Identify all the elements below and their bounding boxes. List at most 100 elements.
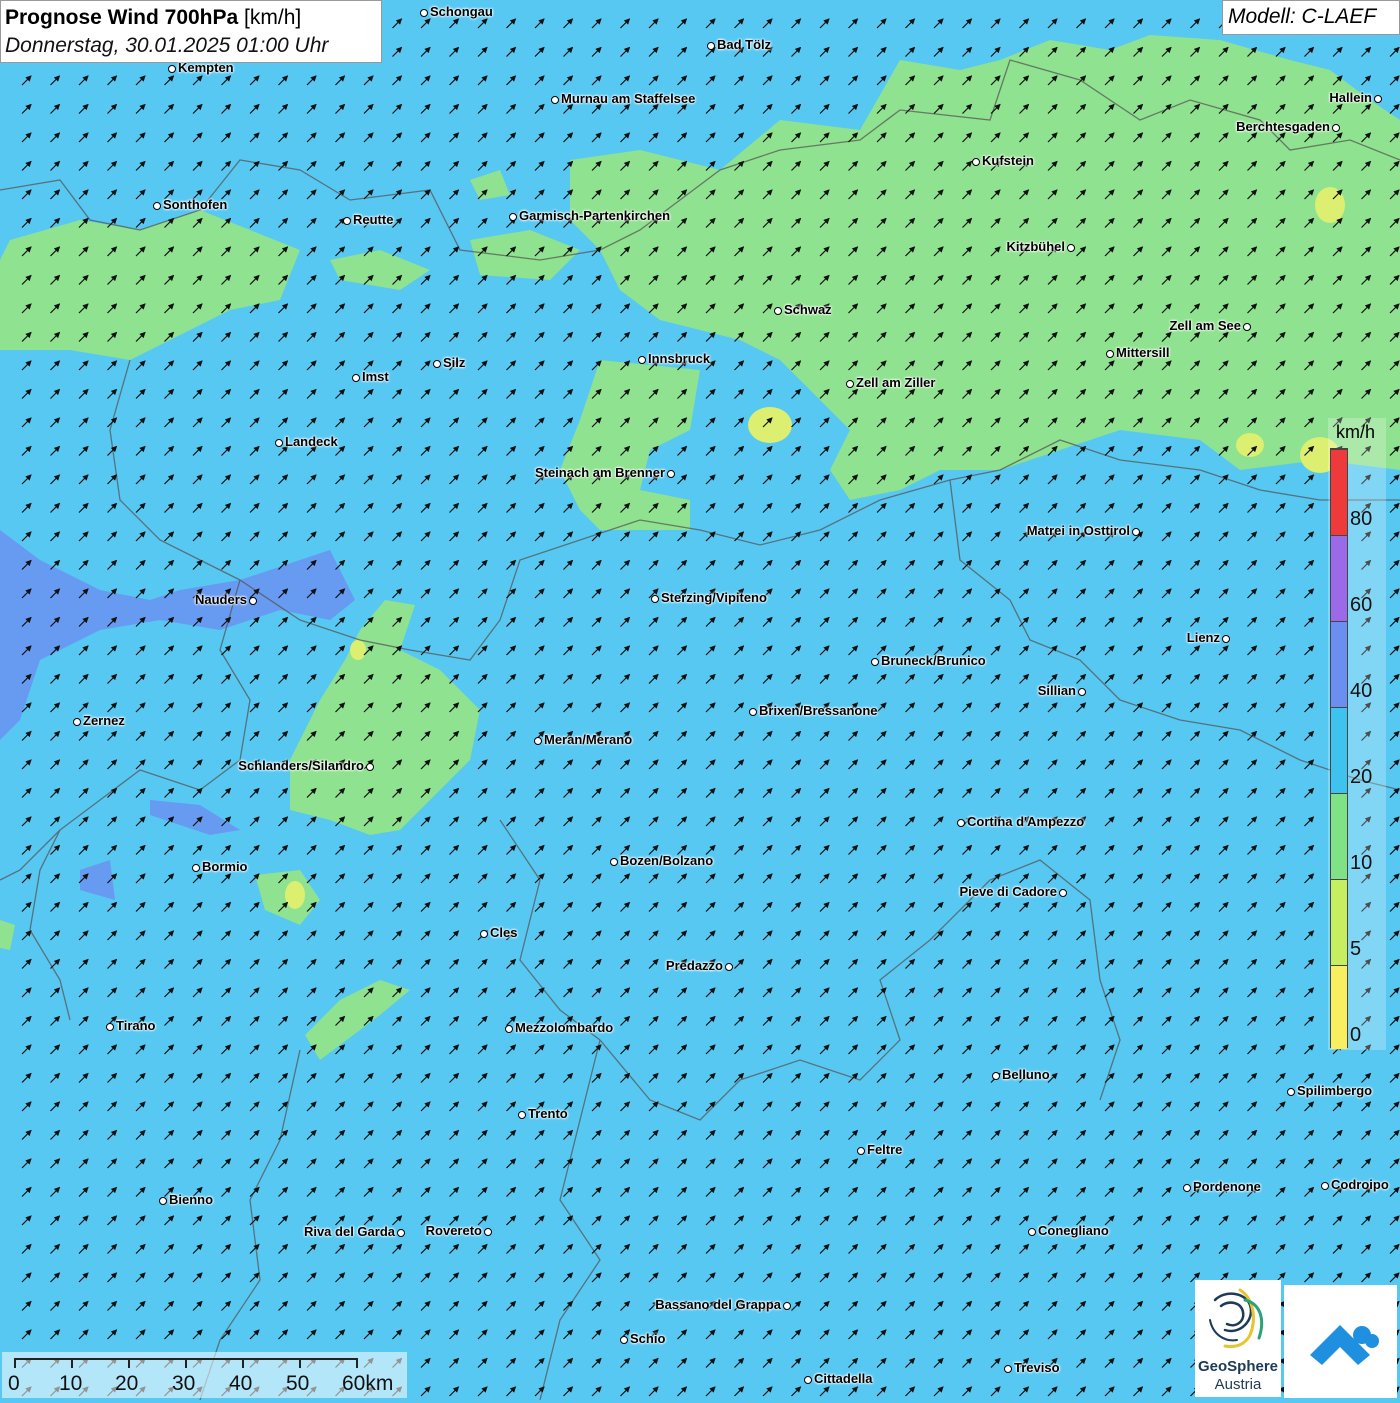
- legend-seg-80: [1331, 449, 1347, 535]
- city-label: Schwaz: [784, 302, 832, 317]
- city-marker-icon: [509, 213, 517, 221]
- city-marker-icon: [1222, 635, 1230, 643]
- city-marker-icon: [1183, 1184, 1191, 1192]
- city-label: Pordenone: [1193, 1179, 1261, 1194]
- city-marker-icon: [667, 470, 675, 478]
- scale-tick: [299, 1358, 301, 1368]
- city-label: Cortina d'Ampezzo: [967, 814, 1085, 829]
- city-label: Berchtesgaden: [1236, 119, 1330, 134]
- title-unit: [km/h]: [244, 6, 302, 29]
- legend-label: 0: [1350, 1024, 1362, 1046]
- city-label: Mittersill: [1116, 345, 1170, 360]
- city-marker-icon: [551, 96, 559, 104]
- city-marker-icon: [73, 718, 81, 726]
- city-label: Zell am Ziller: [856, 375, 936, 390]
- legend-seg-40: [1331, 621, 1347, 707]
- legend-seg-10: [1331, 793, 1347, 879]
- scale-tick: [185, 1358, 187, 1368]
- city-marker-icon: [1321, 1182, 1329, 1190]
- city-marker-icon: [846, 380, 854, 388]
- legend-bar: [1330, 448, 1348, 1049]
- scale-tick: [71, 1358, 73, 1368]
- city-marker-icon: [1059, 889, 1067, 897]
- city-label: Riva del Garda: [303, 1224, 395, 1239]
- city-label: Mezzolombardo: [515, 1020, 614, 1035]
- city-marker-icon: [159, 1197, 167, 1205]
- city-marker-icon: [804, 1376, 812, 1384]
- city-marker-icon: [1132, 528, 1140, 536]
- scale-label: 40: [229, 1372, 253, 1395]
- legend-label: 60: [1350, 594, 1373, 616]
- city-marker-icon: [249, 597, 257, 605]
- city-label: Schongau: [430, 4, 493, 19]
- city-label: Kempten: [178, 60, 234, 75]
- scale-tick: [128, 1358, 130, 1368]
- city-marker-icon: [397, 1229, 405, 1237]
- city-label: Schlanders/Silandro: [238, 758, 364, 773]
- city-label: Sonthofen: [163, 197, 228, 212]
- city-label: Zernez: [83, 713, 125, 728]
- legend-label: 20: [1350, 766, 1373, 788]
- city-marker-icon: [1243, 323, 1251, 331]
- city-label: Murnau am Staffelsee: [561, 91, 696, 106]
- scale-tick: [14, 1358, 16, 1368]
- city-label: Reutte: [353, 212, 394, 227]
- legend-seg-20: [1331, 707, 1347, 793]
- city-label: Meran/Merano: [544, 732, 633, 747]
- city-marker-icon: [1067, 244, 1075, 252]
- city-marker-icon: [518, 1111, 526, 1119]
- city-marker-icon: [1374, 95, 1382, 103]
- cloud-arrow-icon: [1310, 1325, 1379, 1365]
- geosphere-logo[interactable]: GeoSphere Austria: [1195, 1280, 1281, 1397]
- city-label: Schio: [630, 1331, 666, 1346]
- city-label: Landeck: [285, 434, 338, 449]
- city-marker-icon: [106, 1023, 114, 1031]
- city-marker-icon: [343, 217, 351, 225]
- city-label: Bienno: [169, 1192, 214, 1207]
- city-marker-icon: [275, 439, 283, 447]
- legend-label: 10: [1350, 852, 1373, 874]
- city-label: Trento: [528, 1106, 568, 1121]
- city-marker-icon: [783, 1302, 791, 1310]
- city-marker-icon: [992, 1072, 1000, 1080]
- scale-label: 20: [115, 1372, 139, 1395]
- city-marker-icon: [725, 963, 733, 971]
- city-marker-icon: [651, 595, 659, 603]
- city-marker-icon: [192, 864, 200, 872]
- city-label: Treviso: [1014, 1360, 1060, 1375]
- city-label: Imst: [362, 369, 389, 384]
- color-legend: km/h 80 60 40 20 10 5 0: [1328, 418, 1386, 1050]
- city-marker-icon: [1287, 1088, 1295, 1096]
- city-label: Kitzbühel: [1006, 239, 1066, 254]
- city-marker-icon: [168, 65, 176, 73]
- city-marker-icon: [610, 858, 618, 866]
- city-marker-icon: [1078, 688, 1086, 696]
- city-marker-icon: [749, 708, 757, 716]
- city-marker-icon: [352, 374, 360, 382]
- city-marker-icon: [1106, 350, 1114, 358]
- city-marker-icon: [638, 356, 646, 364]
- city-label: Cittadella: [814, 1371, 873, 1386]
- city-label: Sillian: [1037, 683, 1076, 698]
- legend-label: 40: [1350, 680, 1373, 702]
- city-label: Belluno: [1002, 1067, 1050, 1082]
- scale-label: 0: [8, 1372, 20, 1395]
- city-label: Feltre: [867, 1142, 903, 1157]
- model-label: Modell: C-LAEF: [1222, 0, 1400, 35]
- legend-label: 80: [1350, 508, 1373, 530]
- legend-seg-5: [1331, 879, 1347, 965]
- city-label: Innsbruck: [648, 351, 711, 366]
- city-label: Lienz: [1186, 630, 1220, 645]
- city-marker-icon: [620, 1336, 628, 1344]
- city-label: Matrei in Osttirol: [1026, 523, 1130, 538]
- city-marker-icon: [1028, 1228, 1036, 1236]
- map-title: Prognose Wind 700hPa [km/h] Donnerstag, …: [0, 0, 382, 63]
- city-label: Steinach am Brenner: [534, 465, 665, 480]
- city-label: Bruneck/Brunico: [881, 653, 986, 668]
- city-label: Conegliano: [1038, 1223, 1109, 1238]
- city-label: Brixen/Bressanone: [759, 703, 878, 718]
- city-label: Nauders: [194, 592, 247, 607]
- city-label: Kufstein: [982, 153, 1034, 168]
- app-logo[interactable]: [1284, 1285, 1397, 1398]
- city-label: Bad Tölz: [717, 37, 772, 52]
